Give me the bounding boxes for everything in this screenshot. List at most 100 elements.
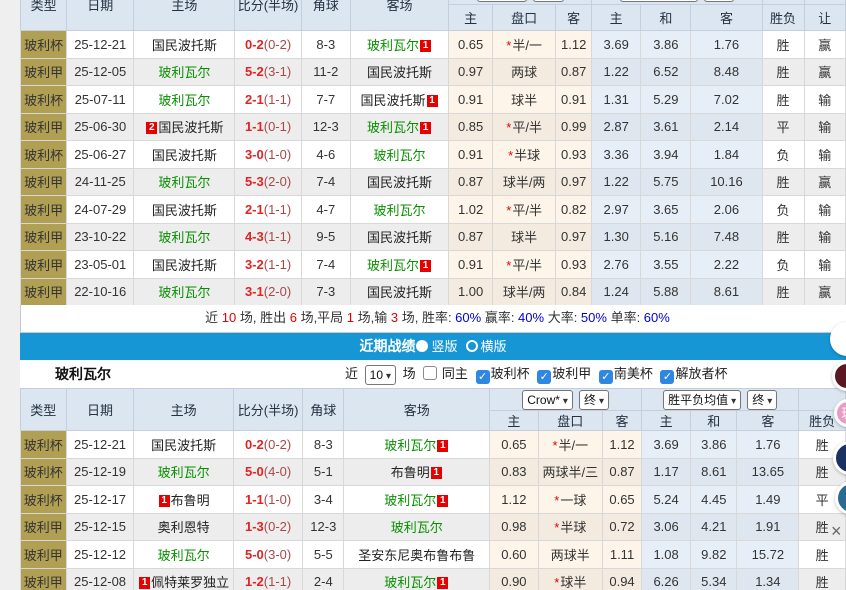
- od-away-cell: 8.48: [691, 58, 762, 86]
- od-away-cell: 1.49: [737, 486, 799, 514]
- team-cell: 国民波托斯: [134, 431, 233, 459]
- ah-away-odds-cell: 0.82: [556, 196, 592, 224]
- result-cell: 负: [762, 196, 804, 224]
- od-away-cell: 7.48: [691, 223, 762, 251]
- league-type-cell: 玻利甲: [21, 196, 67, 224]
- rank-badge: 1: [139, 577, 150, 589]
- od-home-cell: 1.17: [642, 458, 691, 486]
- handicap-result-cell: 输: [804, 251, 845, 279]
- od-home-cell: 1.31: [592, 86, 641, 114]
- handicap-cell: 两球半: [538, 541, 602, 569]
- league-label-libertadores[interactable]: 解放者杯: [675, 366, 727, 381]
- summary-segment: 6: [290, 310, 297, 325]
- sub-column-header: 让: [804, 5, 845, 31]
- horizontal-layout-radio[interactable]: [466, 340, 478, 352]
- league-checkbox-bolicup[interactable]: ✓: [476, 370, 490, 384]
- table-row: 玻利杯25-06-27国民波托斯3-0(1-0)4-6玻利瓦尔0.91*半球0.…: [21, 141, 846, 169]
- league-label-bolijia[interactable]: 玻利甲: [552, 366, 591, 381]
- rank-badge: 1: [420, 40, 431, 52]
- team-cell: 国民波托斯: [350, 168, 448, 196]
- match-count-select[interactable]: 10▾: [365, 365, 396, 385]
- pink-circle-char: 玻: [841, 406, 846, 421]
- league-type-cell: 玻利甲: [21, 541, 67, 569]
- team-cell: 玻利瓦尔: [134, 278, 235, 306]
- od-home-cell: 3.06: [642, 513, 691, 541]
- league-label-bolicup[interactable]: 玻利杯: [491, 366, 530, 381]
- filter-row: 玻利瓦尔 近 10▾ 场 同主 ✓玻利杯 ✓玻利甲 ✓南美杯 ✓解放者杯: [20, 360, 846, 388]
- recent-results-table: 类型日期主场比分(半场)角球客场Crow*▾终▾胜平负均值▾终▾主盘口客主和客胜…: [20, 388, 846, 590]
- sub-column-header: 主: [449, 5, 493, 31]
- od-away-cell: 7.02: [691, 86, 762, 114]
- od-draw-cell: 4.45: [691, 486, 737, 514]
- column-header: 比分(半场): [235, 0, 301, 31]
- summary-segment: 近: [205, 310, 222, 325]
- team-cell: 国民波托斯: [350, 223, 448, 251]
- ah-away-odds-cell: 0.99: [556, 113, 592, 141]
- date-cell: 25-06-30: [67, 113, 134, 141]
- team-cell: 玻利瓦尔1: [350, 113, 448, 141]
- handicap-cell: 球半/两: [492, 168, 555, 196]
- odds-company-select[interactable]: Crow*▾: [522, 390, 573, 410]
- summary-segment: 10: [222, 310, 236, 325]
- rank-badge: 1: [159, 495, 170, 507]
- team-cell: 玻利瓦尔: [134, 458, 233, 486]
- chevron-down-icon: ▾: [599, 396, 604, 407]
- score-cell: 5-3(2-0): [235, 168, 301, 196]
- table-row: 玻利甲25-12-05玻利瓦尔5-2(3-1)11-2国民波托斯0.97两球0.…: [21, 58, 846, 86]
- od-home-cell: 1.24: [592, 278, 641, 306]
- league-checkbox-libertadores[interactable]: ✓: [660, 370, 674, 384]
- games-label: 场: [403, 366, 416, 381]
- ah-away-odds-cell: 0.87: [556, 58, 592, 86]
- h2h-summary-bar: 近 10 场, 胜出 6 场,平局 1 场,输 3 场, 胜率: 60% 赢率:…: [20, 305, 846, 333]
- vertical-layout-label[interactable]: 竖版: [431, 339, 457, 354]
- rank-badge: 2: [146, 122, 157, 134]
- od-away-cell: 2.22: [691, 251, 762, 279]
- team-cell: 1布鲁明: [134, 486, 233, 514]
- same-home-label[interactable]: 同主: [442, 366, 468, 381]
- horizontal-layout-label[interactable]: 横版: [481, 339, 507, 354]
- odds-company-select[interactable]: 终▾: [704, 0, 734, 2]
- summary-segment: 50%: [581, 310, 607, 325]
- score-cell: 0-2(0-2): [233, 431, 302, 459]
- odds-company-select[interactable]: 终▾: [579, 390, 609, 410]
- close-icon[interactable]: ×: [831, 522, 842, 540]
- handicap-result-cell: 赢: [804, 278, 845, 306]
- date-cell: 25-12-15: [66, 513, 134, 541]
- handicap-cell: *一球: [538, 486, 602, 514]
- handicap-cell: 两球半/三: [538, 458, 602, 486]
- ah-home-odds-cell: 0.98: [490, 513, 538, 541]
- score-cell: 4-3(1-1): [235, 223, 301, 251]
- odds-company-select[interactable]: 胜平负均值▾: [663, 390, 741, 410]
- vertical-layout-radio[interactable]: [416, 340, 428, 352]
- team-cell: 玻利瓦尔: [134, 58, 235, 86]
- table-row: 玻利杯25-12-21国民波托斯0-2(0-2)8-3玻利瓦尔10.65*半/一…: [21, 431, 846, 459]
- summary-segment: 场,平局: [297, 310, 347, 325]
- odds-company-select[interactable]: 胜平负均值▾: [620, 0, 698, 2]
- odds-company-select[interactable]: 终▾: [747, 390, 777, 410]
- ah-home-odds-cell: 0.60: [490, 541, 538, 569]
- team-cell: 玻利瓦尔1: [350, 31, 448, 59]
- same-home-checkbox[interactable]: [423, 366, 437, 380]
- team-cell: 国民波托斯: [134, 141, 235, 169]
- od-home-cell: 1.08: [642, 541, 691, 569]
- handicap-cell: *半/一: [538, 431, 602, 459]
- head-to-head-table: 类型日期主场比分(半场)角球客场Crow*▾终▾胜平负均值▾终▾主盘口客主和客胜…: [20, 0, 846, 306]
- ah-home-odds-cell: 0.87: [449, 168, 493, 196]
- corner-cell: 12-3: [303, 513, 344, 541]
- result-cell: 胜: [762, 278, 804, 306]
- ah-home-odds-cell: 0.85: [449, 113, 493, 141]
- near-label: 近: [345, 366, 358, 381]
- odds-company-select[interactable]: 终▾: [533, 0, 563, 2]
- score-cell: 2-1(1-1): [235, 86, 301, 114]
- ah-away-odds-cell: 1.11: [603, 541, 642, 569]
- date-cell: 25-12-08: [66, 568, 134, 590]
- league-type-cell: 玻利杯: [21, 431, 67, 459]
- league-checkbox-bolijia[interactable]: ✓: [537, 370, 551, 384]
- ah-home-odds-cell: 0.91: [449, 141, 493, 169]
- league-label-sudamericana[interactable]: 南美杯: [614, 366, 653, 381]
- od-home-cell: 3.36: [592, 141, 641, 169]
- team-cell: 2国民波托斯: [134, 113, 235, 141]
- league-checkbox-sudamericana[interactable]: ✓: [599, 370, 613, 384]
- odds-company-select[interactable]: Crow*▾: [477, 0, 528, 2]
- corner-cell: 8-3: [301, 31, 350, 59]
